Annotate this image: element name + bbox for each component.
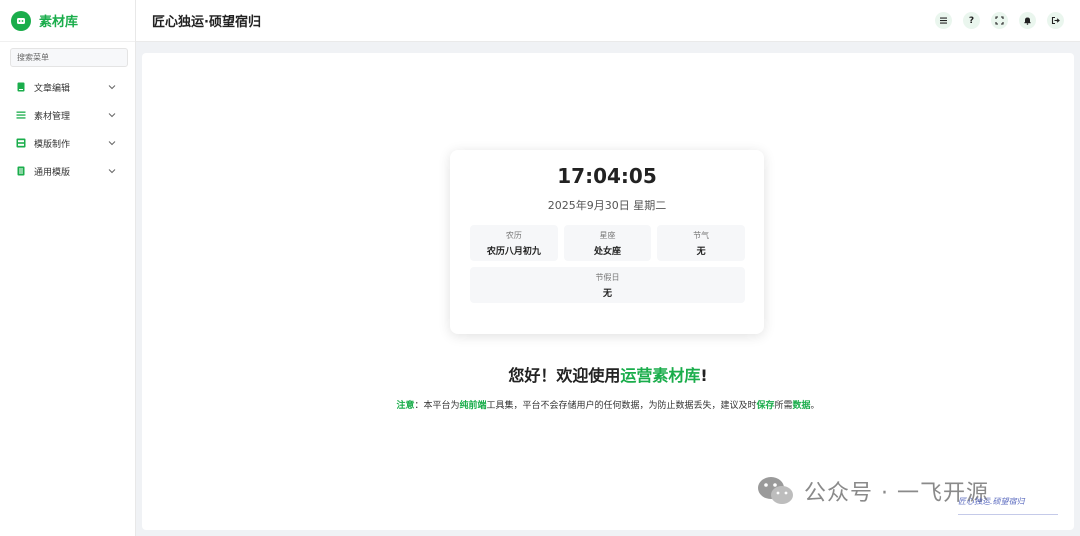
welcome-heading: 您好！欢迎使用运营素材库! bbox=[142, 362, 1074, 386]
signature-underline bbox=[958, 514, 1058, 515]
watermark: 公众号 · 一飞开源 bbox=[756, 474, 989, 508]
layout-icon bbox=[16, 138, 26, 148]
solar-term-value: 无 bbox=[696, 247, 706, 257]
welcome-highlight: 运营素材库 bbox=[620, 366, 701, 385]
lunar-value: 农历八月初九 bbox=[486, 247, 541, 257]
zodiac-label: 星座 bbox=[599, 231, 616, 240]
header-actions: ? bbox=[935, 12, 1064, 29]
watermark-signature: 匠心独运.硕望宿归 bbox=[958, 497, 1025, 506]
document-icon bbox=[16, 166, 26, 176]
bell-icon bbox=[1024, 17, 1031, 25]
book-icon bbox=[16, 82, 26, 92]
menu-icon bbox=[940, 17, 947, 24]
solar-term-label: 节气 bbox=[693, 231, 710, 240]
calendar-info-row: 农历 农历八月初九 星座 处女座 节气 无 bbox=[470, 225, 746, 261]
sidebar-item-material-manage[interactable]: 素材管理 bbox=[0, 101, 135, 129]
solar-term-box: 节气 无 bbox=[657, 225, 746, 261]
holiday-value: 无 bbox=[602, 289, 612, 299]
zodiac-value: 处女座 bbox=[594, 247, 622, 257]
chevron-down-icon bbox=[108, 113, 116, 118]
sidebar: 素材库 文章编辑 素材管理 模版制作 通用模版 bbox=[0, 0, 136, 536]
holiday-box: 节假日 无 bbox=[470, 267, 745, 303]
wechat-icon bbox=[758, 477, 793, 504]
notice-save: 保存 bbox=[756, 401, 775, 411]
sidebar-item-article-edit[interactable]: 文章编辑 bbox=[0, 73, 135, 101]
welcome-suffix: ! bbox=[700, 366, 708, 385]
sidebar-item-template-make[interactable]: 模版制作 bbox=[0, 129, 135, 157]
list-icon bbox=[16, 110, 26, 120]
page-title: 匠心独运·硕望宿归 bbox=[152, 15, 261, 30]
notice-part: ：本平台为 bbox=[414, 401, 460, 411]
sidebar-item-label: 模版制作 bbox=[34, 139, 71, 150]
notifications-button[interactable] bbox=[1019, 12, 1036, 29]
brand-logo-icon bbox=[11, 10, 31, 31]
notice-lead: 注意 bbox=[396, 401, 415, 411]
fullscreen-icon bbox=[995, 16, 1004, 25]
chevron-down-icon bbox=[108, 141, 116, 146]
logout-icon bbox=[1051, 16, 1060, 25]
notice-data: 数据 bbox=[792, 401, 811, 411]
brand-name: 素材库 bbox=[39, 15, 79, 30]
lunar-label: 农历 bbox=[505, 231, 522, 240]
notice-text: 注意：本平台为纯前端工具集，平台不会存储用户的任何数据，为防止数据丢失，建议及时… bbox=[142, 398, 1074, 411]
clock-date: 2025年9月30日 星期二 bbox=[547, 199, 667, 212]
fullscreen-button[interactable] bbox=[991, 12, 1008, 29]
sidebar-item-label: 素材管理 bbox=[34, 111, 71, 122]
main-content: 17:04:05 2025年9月30日 星期二 农历 农历八月初九 星座 处女座… bbox=[142, 53, 1074, 530]
notice-part: 工具集，平台不会存储用户的任何数据，为防止数据丢失，建议及时 bbox=[486, 401, 757, 411]
help-icon: ? bbox=[968, 15, 975, 26]
logout-button[interactable] bbox=[1047, 12, 1064, 29]
chevron-down-icon bbox=[108, 169, 116, 174]
top-header: 匠心独运·硕望宿归 ? bbox=[136, 0, 1080, 42]
chevron-down-icon bbox=[108, 85, 116, 90]
menu-search-input[interactable] bbox=[10, 48, 128, 67]
lunar-box: 农历 农历八月初九 bbox=[470, 225, 558, 261]
brand[interactable]: 素材库 bbox=[0, 0, 135, 42]
notice-part: 。 bbox=[810, 401, 820, 411]
welcome-prefix: 您好！欢迎使用 bbox=[508, 366, 621, 385]
notice-part: 所需 bbox=[774, 401, 793, 411]
notice-pure-front: 纯前端 bbox=[459, 401, 487, 411]
zodiac-box: 星座 处女座 bbox=[563, 225, 652, 261]
sidebar-item-common-template[interactable]: 通用模版 bbox=[0, 157, 135, 185]
sidebar-item-label: 通用模版 bbox=[34, 167, 71, 178]
holiday-label: 节假日 bbox=[595, 273, 620, 282]
clock-time: 17:04:05 bbox=[557, 164, 657, 188]
menu-toggle-button[interactable] bbox=[935, 12, 952, 29]
clock-card: 17:04:05 2025年9月30日 星期二 农历 农历八月初九 星座 处女座… bbox=[450, 150, 764, 334]
sidebar-item-label: 文章编辑 bbox=[34, 83, 71, 94]
help-button[interactable]: ? bbox=[963, 12, 980, 29]
